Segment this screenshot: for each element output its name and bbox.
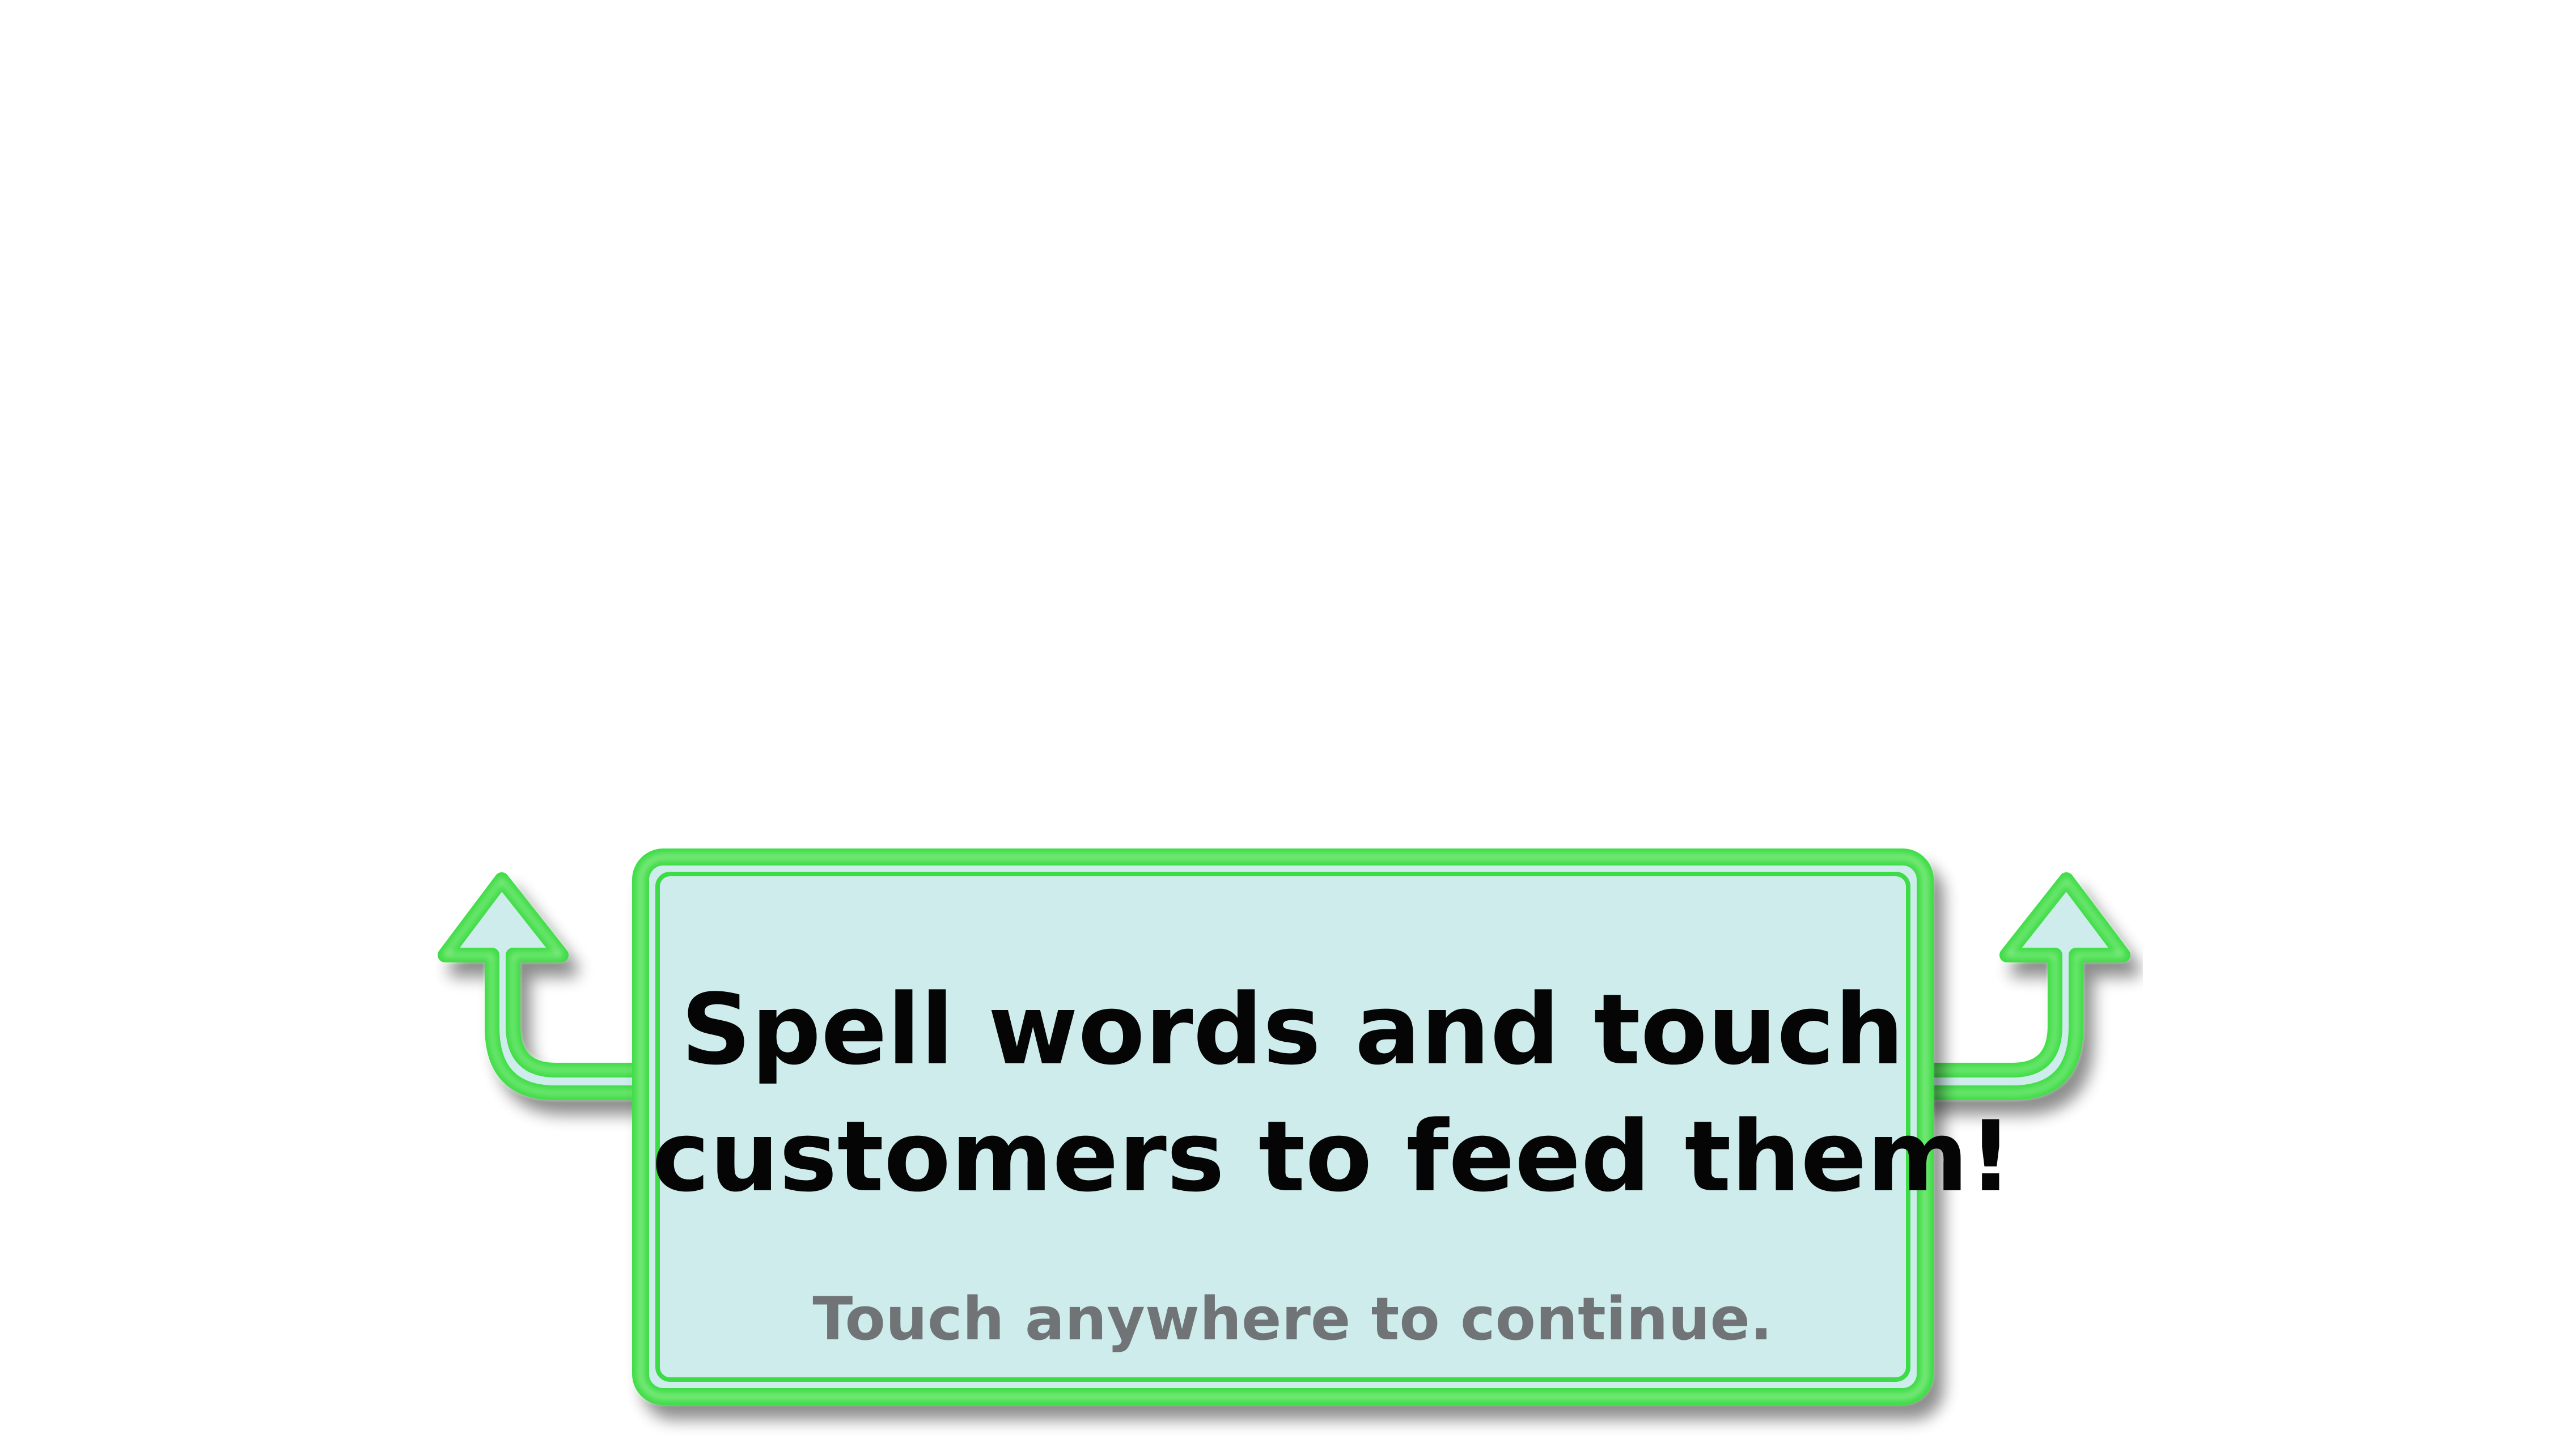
game-screen: Spell words and touch customers to feed … — [0, 0, 2576, 1451]
tap-to-continue-area[interactable] — [0, 0, 2576, 1451]
